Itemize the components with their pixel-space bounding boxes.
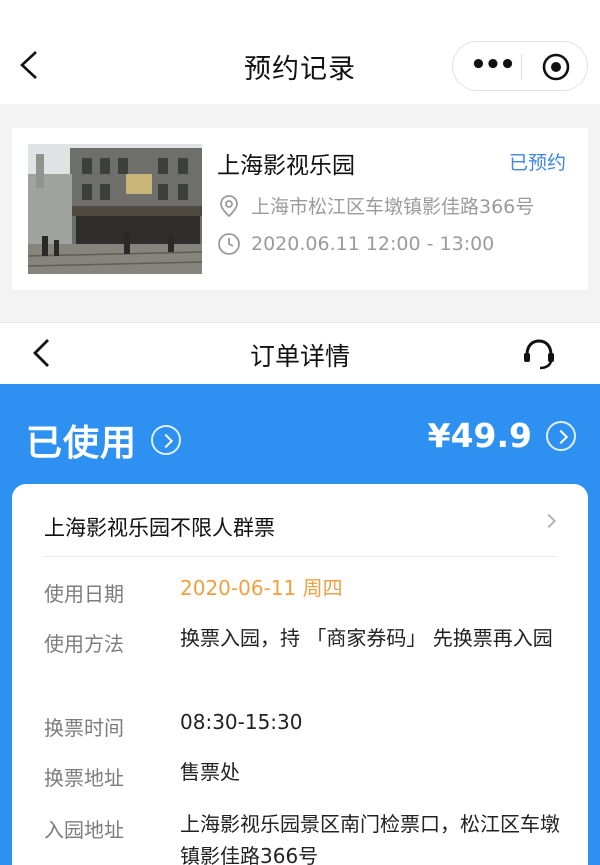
venue-photo [28, 144, 202, 274]
address-row: 上海市松江区车墩镇影佳路366号 [217, 192, 534, 219]
order-nav-bar: 订单详情 [0, 322, 600, 384]
mini-program-capsule: ••• [452, 41, 588, 91]
headset-icon[interactable] [520, 335, 558, 373]
clock-icon [218, 233, 240, 255]
order-status-label: 已使用 [26, 423, 138, 464]
chevron-right-circle-icon [546, 420, 576, 451]
ticket-name[interactable]: 上海影视乐园不限人群票 [44, 512, 275, 542]
detail-label: 换票时间 [44, 716, 124, 740]
chevron-right-icon[interactable] [541, 513, 557, 529]
venue-name: 上海影视乐园 [217, 153, 355, 179]
venue-address: 上海市松江区车墩镇影佳路366号 [251, 196, 535, 218]
detail-label: 使用方法 [44, 632, 124, 656]
order-price-value: ¥49.9 [427, 416, 532, 455]
reservation-time: 2020.06.11 12:00 - 13:00 [251, 233, 495, 255]
detail-value: 08:30-15:30 [180, 710, 303, 734]
order-status[interactable]: 已使用 [26, 414, 182, 466]
detail-value: 换票入园，持 「商家券码」 先换票再入园 [180, 626, 553, 650]
detail-value: 2020-06-11 周四 [180, 576, 343, 600]
more-options-button[interactable]: ••• [465, 42, 519, 90]
order-price[interactable]: ¥49.9 [428, 416, 576, 455]
detail-value: 上海影视乐园景区南门检票口，松江区车墩镇影佳路366号 [180, 812, 560, 865]
order-detail-panel: 上海影视乐园不限人群票 使用日期 2020-06-11 周四 使用方法 换票入园… [12, 484, 588, 865]
chevron-right-circle-icon [151, 425, 182, 455]
detail-label: 换票地址 [44, 766, 124, 790]
reservation-status-badge: 已预约 [508, 152, 566, 174]
reservation-card[interactable]: 上海影视乐园 已预约 上海市松江区车墩镇影佳路366号 2020.06.11 1… [12, 128, 588, 290]
capsule-divider [521, 54, 522, 80]
detail-label: 入园地址 [44, 818, 124, 842]
detail-value: 售票处 [180, 760, 240, 784]
top-nav-bar: 预约记录 ••• [0, 0, 600, 104]
time-row: 2020.06.11 12:00 - 13:00 [217, 232, 494, 256]
order-page-title: 订单详情 [249, 342, 350, 371]
target-icon[interactable] [542, 53, 570, 81]
order-summary-section: 已使用 ¥49.9 上海影视乐园不限人群票 使用日期 2020-06-11 周四… [0, 384, 600, 865]
detail-label: 使用日期 [44, 582, 124, 606]
divider [44, 556, 556, 557]
location-pin-icon [220, 194, 238, 217]
